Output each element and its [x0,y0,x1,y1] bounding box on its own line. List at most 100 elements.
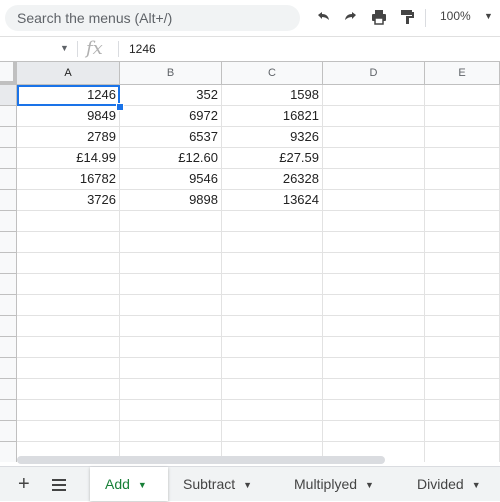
cell-c10[interactable] [222,274,323,295]
redo-icon[interactable] [341,8,361,28]
row-header[interactable] [0,316,17,337]
cell-d15[interactable] [323,379,425,400]
cell-e5[interactable] [425,169,500,190]
select-all-corner[interactable] [0,62,17,85]
sheet-tab-subtract[interactable]: Subtract ▼ [168,467,279,501]
cell-e14[interactable] [425,358,500,379]
cell-e8[interactable] [425,232,500,253]
cell-b6[interactable]: 9898 [120,190,222,211]
row-header[interactable] [0,421,17,442]
column-header-c[interactable]: C [222,62,323,85]
row-header[interactable] [0,358,17,379]
cell-e2[interactable] [425,106,500,127]
cell-e15[interactable] [425,379,500,400]
chevron-down-icon[interactable]: ▼ [484,11,493,21]
cell-a3[interactable]: 2789 [17,127,120,148]
horizontal-scrollbar[interactable] [17,456,385,464]
cell-c11[interactable] [222,295,323,316]
cell-c6[interactable]: 13624 [222,190,323,211]
paint-format-icon[interactable] [397,8,417,28]
row-header[interactable] [0,106,17,127]
fill-handle[interactable] [116,103,124,111]
cell-d14[interactable] [323,358,425,379]
cell-e18[interactable] [425,442,500,462]
cell-d16[interactable] [323,400,425,421]
cell-c14[interactable] [222,358,323,379]
chevron-down-icon[interactable]: ▼ [365,480,374,490]
column-header-a[interactable]: A [17,62,120,85]
cell-b13[interactable] [120,337,222,358]
cell-b12[interactable] [120,316,222,337]
cell-a8[interactable] [17,232,120,253]
cell-e12[interactable] [425,316,500,337]
row-header[interactable] [0,148,17,169]
row-header[interactable] [0,379,17,400]
cell-d2[interactable] [323,106,425,127]
sheet-tab-divided[interactable]: Divided ▼ [402,467,500,501]
cell-b8[interactable] [120,232,222,253]
row-header[interactable] [0,190,17,211]
cell-b15[interactable] [120,379,222,400]
cell-b2[interactable]: 6972 [120,106,222,127]
cell-c15[interactable] [222,379,323,400]
cell-b11[interactable] [120,295,222,316]
cell-b10[interactable] [120,274,222,295]
cell-c12[interactable] [222,316,323,337]
cell-d4[interactable] [323,148,425,169]
cell-a14[interactable] [17,358,120,379]
cell-b9[interactable] [120,253,222,274]
row-header[interactable] [0,295,17,316]
cell-d8[interactable] [323,232,425,253]
cell-a11[interactable] [17,295,120,316]
cell-e3[interactable] [425,127,500,148]
cell-c8[interactable] [222,232,323,253]
cell-e7[interactable] [425,211,500,232]
cell-d13[interactable] [323,337,425,358]
row-header[interactable] [0,442,17,462]
cell-e17[interactable] [425,421,500,442]
zoom-select[interactable]: 100% [440,9,471,23]
cell-e9[interactable] [425,253,500,274]
chevron-down-icon[interactable]: ▼ [138,480,147,490]
row-header[interactable] [0,253,17,274]
cell-c7[interactable] [222,211,323,232]
cell-d3[interactable] [323,127,425,148]
cell-d7[interactable] [323,211,425,232]
cell-a6[interactable]: 3726 [17,190,120,211]
column-header-b[interactable]: B [120,62,222,85]
cell-d17[interactable] [323,421,425,442]
cell-d12[interactable] [323,316,425,337]
cell-b7[interactable] [120,211,222,232]
chevron-down-icon[interactable]: ▼ [243,480,252,490]
cell-a12[interactable] [17,316,120,337]
cell-a5[interactable]: 16782 [17,169,120,190]
cell-a4[interactable]: £14.99 [17,148,120,169]
cell-c17[interactable] [222,421,323,442]
cell-e11[interactable] [425,295,500,316]
cell-d1[interactable] [323,85,425,106]
name-box-dropdown-icon[interactable]: ▼ [60,43,69,53]
cell-a1[interactable]: 1246 [17,85,120,106]
cell-d5[interactable] [323,169,425,190]
cell-d11[interactable] [323,295,425,316]
cell-a7[interactable] [17,211,120,232]
row-header[interactable] [0,232,17,253]
print-icon[interactable] [369,8,389,28]
cell-e10[interactable] [425,274,500,295]
cell-d6[interactable] [323,190,425,211]
chevron-down-icon[interactable]: ▼ [472,480,481,490]
search-menus-input[interactable]: Search the menus (Alt+/) [5,5,300,31]
cell-c16[interactable] [222,400,323,421]
cell-a9[interactable] [17,253,120,274]
cell-d9[interactable] [323,253,425,274]
row-header[interactable] [0,400,17,421]
cell-c5[interactable]: 26328 [222,169,323,190]
sheet-tab-multiplyed[interactable]: Multiplyed ▼ [279,467,402,501]
cell-e4[interactable] [425,148,500,169]
row-header[interactable] [0,211,17,232]
cell-e16[interactable] [425,400,500,421]
all-sheets-menu-icon[interactable] [52,479,66,494]
cell-b16[interactable] [120,400,222,421]
column-header-d[interactable]: D [323,62,425,85]
cell-a17[interactable] [17,421,120,442]
